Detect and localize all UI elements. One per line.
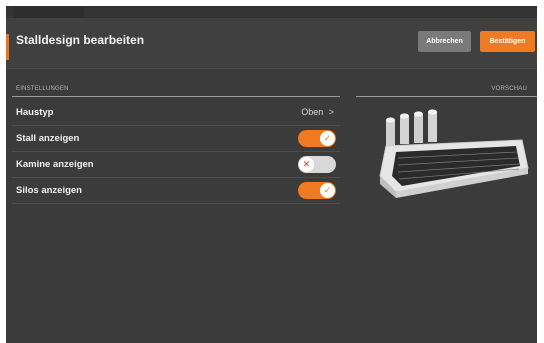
haustyp-value[interactable]: Oben > [301, 107, 334, 117]
preview-divider [356, 96, 537, 97]
stall-label: Stall anzeigen [16, 133, 80, 144]
check-icon: ✓ [320, 183, 335, 198]
silos-label: Silos anzeigen [16, 185, 82, 196]
haustyp-label: Haustyp [16, 107, 54, 118]
barn-preview-image [372, 106, 532, 201]
active-edge-indicator [6, 34, 9, 60]
cancel-button[interactable]: Abbrechen [418, 31, 471, 52]
kamine-row: Kamine anzeigen ✕ [12, 152, 340, 178]
haustyp-row[interactable]: Haustyp Oben > [12, 100, 340, 126]
close-icon: ✕ [299, 157, 314, 172]
settings-section-label: EINSTELLUNGEN [16, 86, 69, 92]
dialog-title: Stalldesign bearbeiten [16, 33, 145, 47]
dialog: Stalldesign bearbeiten Abbrechen Bestäti… [6, 6, 537, 343]
dialog-header: Stalldesign bearbeiten Abbrechen Bestäti… [6, 18, 537, 69]
silo-group [386, 109, 437, 146]
haustyp-value-text: Oben [301, 107, 324, 117]
silos-row: Silos anzeigen ✓ [12, 178, 340, 204]
silos-toggle[interactable]: ✓ [298, 182, 336, 199]
stall-toggle[interactable]: ✓ [298, 130, 336, 147]
settings-divider [12, 96, 340, 97]
check-icon: ✓ [320, 131, 335, 146]
top-strip [6, 6, 537, 18]
stall-row: Stall anzeigen ✓ [12, 126, 340, 152]
kamine-toggle[interactable]: ✕ [298, 156, 336, 173]
confirm-button[interactable]: Bestätigen [480, 31, 535, 52]
kamine-label: Kamine anzeigen [16, 159, 94, 170]
tab-hint [14, 6, 84, 18]
preview-section-label: VORSCHAU [491, 86, 527, 92]
barn-preview-svg [379, 109, 529, 198]
chevron-right-icon: > [328, 107, 334, 117]
